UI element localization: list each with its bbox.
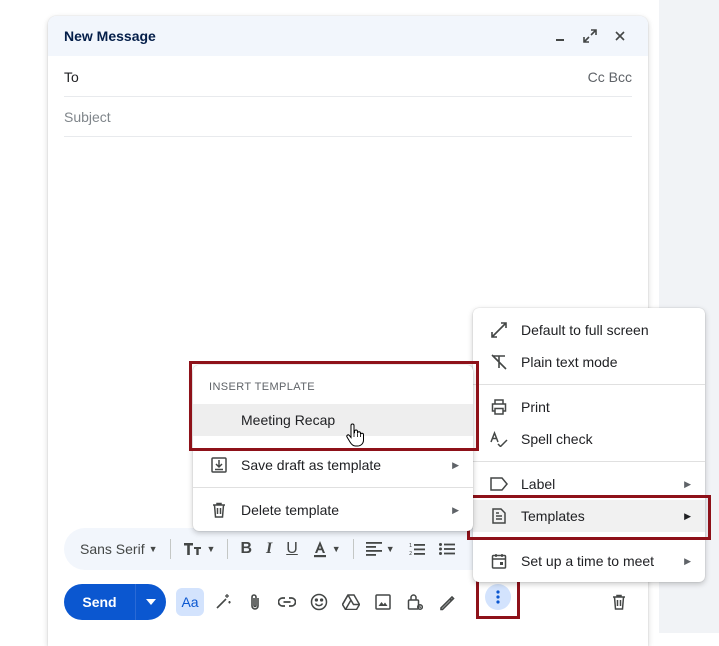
compose-header: New Message bbox=[48, 16, 648, 56]
menu-divider bbox=[473, 461, 705, 462]
calendar-icon bbox=[489, 551, 509, 571]
menu-item-label: Delete template bbox=[241, 502, 340, 518]
save-draft-as-template[interactable]: Save draft as template ▶ bbox=[193, 449, 473, 481]
print-icon bbox=[489, 397, 509, 417]
link-icon[interactable] bbox=[274, 589, 300, 615]
bulleted-list-icon[interactable] bbox=[435, 536, 459, 562]
templates-highlight bbox=[467, 495, 711, 540]
discard-draft-icon[interactable] bbox=[606, 589, 632, 615]
plain-text-icon bbox=[489, 352, 509, 372]
compose-title: New Message bbox=[64, 28, 156, 44]
spellcheck-icon bbox=[489, 429, 509, 449]
svg-text:1: 1 bbox=[409, 543, 412, 549]
chevron-right-icon: ▶ bbox=[452, 504, 459, 515]
font-selector[interactable]: Sans Serif ▼ bbox=[76, 536, 162, 562]
bold-icon[interactable]: B bbox=[236, 536, 256, 562]
menu-item-label: Label bbox=[521, 476, 556, 492]
formatting-toolbar: Sans Serif ▼ ▼ B I U ▼ ▼ 12 bbox=[64, 528, 494, 570]
menu-item-full-screen[interactable]: Default to full screen bbox=[473, 314, 705, 346]
text-color-button[interactable]: ▼ bbox=[308, 536, 345, 562]
underline-icon[interactable]: U bbox=[282, 536, 302, 562]
delete-icon bbox=[209, 500, 229, 520]
formatting-options-button[interactable]: Aa bbox=[176, 588, 204, 616]
numbered-list-icon[interactable]: 12 bbox=[405, 536, 429, 562]
divider bbox=[352, 539, 354, 559]
menu-item-spell-check[interactable]: Spell check bbox=[473, 423, 705, 455]
divider bbox=[227, 539, 229, 559]
menu-item-label: Print bbox=[521, 399, 550, 415]
header-controls bbox=[548, 24, 632, 48]
align-button[interactable]: ▼ bbox=[362, 536, 399, 562]
more-options-menu: Default to full screen Plain text mode P… bbox=[473, 308, 705, 582]
menu-item-set-up-meeting[interactable]: Set up a time to meet ▶ bbox=[473, 545, 705, 577]
svg-text:2: 2 bbox=[409, 551, 412, 556]
subject-input[interactable] bbox=[64, 108, 632, 125]
menu-divider bbox=[473, 384, 705, 385]
menu-item-plain-text[interactable]: Plain text mode bbox=[473, 346, 705, 378]
label-icon bbox=[489, 474, 509, 494]
chevron-down-icon: ▼ bbox=[148, 544, 158, 554]
send-button[interactable]: Send bbox=[64, 584, 136, 620]
delete-template[interactable]: Delete template ▶ bbox=[193, 494, 473, 526]
to-label: To bbox=[64, 68, 79, 85]
more-options-icon[interactable] bbox=[485, 584, 511, 610]
menu-divider bbox=[193, 487, 473, 488]
signature-icon[interactable] bbox=[434, 589, 460, 615]
chevron-right-icon: ▶ bbox=[684, 555, 691, 566]
menu-item-label: Save draft as template bbox=[241, 457, 382, 473]
to-field[interactable]: To Cc Bcc bbox=[64, 57, 632, 97]
save-template-icon bbox=[209, 455, 229, 475]
italic-icon[interactable]: I bbox=[262, 536, 276, 562]
chevron-down-icon: ▼ bbox=[385, 544, 395, 554]
hand-cursor-icon bbox=[346, 423, 364, 452]
chevron-down-icon: ▼ bbox=[331, 544, 341, 554]
magic-pen-icon[interactable] bbox=[210, 589, 236, 615]
menu-item-label: Plain text mode bbox=[521, 354, 618, 370]
fullscreen-icon[interactable] bbox=[578, 24, 602, 48]
insert-photo-icon[interactable] bbox=[370, 589, 396, 615]
chevron-down-icon: ▼ bbox=[206, 544, 216, 554]
send-options-button[interactable] bbox=[136, 584, 166, 620]
emoji-icon[interactable] bbox=[306, 589, 332, 615]
divider bbox=[169, 539, 171, 559]
compose-tools: Aa bbox=[176, 588, 460, 616]
compose-action-bar: Send Aa bbox=[64, 575, 632, 620]
menu-item-print[interactable]: Print bbox=[473, 391, 705, 423]
drive-icon[interactable] bbox=[338, 589, 364, 615]
expand-icon bbox=[489, 320, 509, 340]
menu-item-label: Default to full screen bbox=[521, 322, 649, 338]
chevron-right-icon: ▶ bbox=[452, 459, 459, 470]
subject-row bbox=[64, 97, 632, 137]
attach-icon[interactable] bbox=[242, 589, 268, 615]
text-size-button[interactable]: ▼ bbox=[179, 536, 220, 562]
chevron-right-icon: ▶ bbox=[684, 478, 691, 489]
font-name: Sans Serif bbox=[80, 541, 145, 557]
menu-item-label: Spell check bbox=[521, 431, 593, 447]
insert-template-highlight bbox=[189, 361, 479, 451]
minimize-icon[interactable] bbox=[548, 24, 572, 48]
background-left bbox=[0, 0, 48, 633]
cc-bcc-link[interactable]: Cc Bcc bbox=[588, 69, 632, 85]
confidential-mode-icon[interactable] bbox=[402, 589, 428, 615]
send-button-group: Send bbox=[64, 584, 166, 620]
menu-item-label: Set up a time to meet bbox=[521, 553, 655, 569]
close-icon[interactable] bbox=[608, 24, 632, 48]
